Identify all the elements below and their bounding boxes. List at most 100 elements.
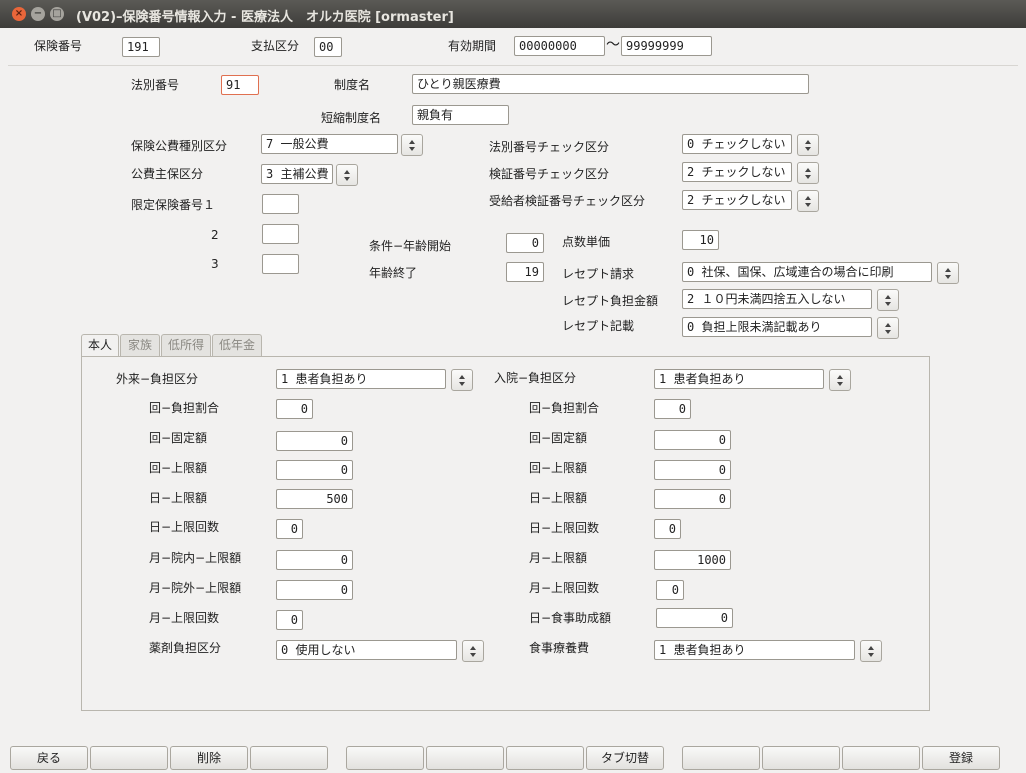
tab-teishotoku[interactable]: 低所得 (161, 334, 211, 356)
gairai-row-label: 回−固定額 (149, 431, 208, 445)
nyuin-row-label: 日−上限額 (529, 491, 588, 505)
f9-button[interactable] (682, 746, 760, 770)
nyuin-row-field[interactable]: 0 (654, 430, 731, 450)
kohi-shubetsu-spin-icon[interactable] (401, 134, 423, 156)
gairai-row-label: 月−院外−上限額 (149, 581, 242, 595)
hoken-bango-field[interactable]: 191 (122, 37, 160, 57)
nyuin-futan-select[interactable]: 1 患者負担あり (654, 369, 824, 389)
yuko-from-field[interactable]: 00000000 (514, 36, 605, 56)
gentei-1-field[interactable] (262, 194, 299, 214)
gairai-row-field[interactable]: 0 (276, 550, 353, 570)
f10-button[interactable] (762, 746, 840, 770)
back-button[interactable]: 戻る (10, 746, 88, 770)
hobetsu-check-select[interactable]: 0 チェックしない (682, 134, 792, 154)
shokuji-select[interactable]: 1 患者負担あり (654, 640, 855, 660)
gairai-row-field[interactable]: 500 (276, 489, 353, 509)
receipt-kisai-select[interactable]: 0 負担上限未満記載あり (682, 317, 872, 337)
gairai-futan-select[interactable]: 1 患者負担あり (276, 369, 446, 389)
receipt-seikyu-spin-icon[interactable] (937, 262, 959, 284)
nyuin-row-field[interactable]: 1000 (654, 550, 731, 570)
hobetsu-field[interactable]: 91 (221, 75, 259, 95)
gairai-row-field[interactable]: 0 (276, 610, 303, 630)
hobetsu-check-spin-icon[interactable] (797, 134, 819, 156)
kensho-check-spin-icon[interactable] (797, 162, 819, 184)
maximize-icon[interactable]: □ (50, 7, 64, 21)
nenrei-end-label: 年齢終了 (369, 266, 418, 280)
receipt-futan-spin-icon[interactable] (877, 289, 899, 311)
shiharai-field[interactable]: 00 (314, 37, 342, 57)
gairai-row-label: 日−上限額 (149, 491, 208, 505)
nyuin-row-field[interactable]: 0 (654, 489, 731, 509)
title-bar: × − □ (V02)–保険番号情報入力 - 医療法人 オルカ医院 [ormas… (0, 0, 1026, 28)
nyuin-row-label: 回−負担割合 (529, 401, 600, 415)
shokuji-spin-icon[interactable] (860, 640, 882, 662)
nyuin-row-field[interactable]: 0 (654, 460, 731, 480)
tab-switch-button[interactable]: タブ切替 (586, 746, 664, 770)
nyuin-row-field[interactable]: 0 (656, 608, 733, 628)
kohi-shuho-spin-icon[interactable] (336, 164, 358, 186)
jukyu-check-label: 受給者検証番号チェック区分 (489, 194, 646, 208)
window-title: (V02)–保険番号情報入力 - 医療法人 オルカ医院 [ormaster] (76, 10, 454, 25)
f7-button[interactable] (506, 746, 584, 770)
nyuin-futan-label: 入院−負担区分 (494, 371, 577, 385)
minimize-icon[interactable]: − (31, 7, 45, 21)
kensho-check-select[interactable]: 2 チェックしない (682, 162, 792, 182)
f11-button[interactable] (842, 746, 920, 770)
gairai-row-label: 日−上限回数 (149, 520, 220, 534)
f4-button[interactable] (250, 746, 328, 770)
receipt-kisai-spin-icon[interactable] (877, 317, 899, 339)
shokuji-label: 食事療養費 (529, 641, 590, 655)
yuko-to-field[interactable]: 99999999 (621, 36, 712, 56)
nyuin-row-label: 回−上限額 (529, 461, 588, 475)
receipt-futan-select[interactable]: 2 １０円未満四捨五入しない (682, 289, 872, 309)
hobetsu-check-label: 法別番号チェック区分 (489, 140, 610, 154)
tensu-field[interactable]: 10 (682, 230, 719, 250)
f5-button[interactable] (346, 746, 424, 770)
gairai-row-label: 回−負担割合 (149, 401, 220, 415)
nyuin-row-field[interactable]: 0 (656, 580, 684, 600)
yakuzai-spin-icon[interactable] (462, 640, 484, 662)
kohi-shubetsu-select[interactable]: 7 一般公費 (261, 134, 398, 154)
tanshuku-field[interactable]: 親負有 (412, 105, 509, 125)
nyuin-row-label: 日−食事助成額 (529, 611, 612, 625)
receipt-seikyu-select[interactable]: 0 社保、国保、広域連合の場合に印刷 (682, 262, 932, 282)
gentei-3-field[interactable] (262, 254, 299, 274)
tanshuku-label: 短縮制度名 (321, 111, 382, 125)
kensho-check-label: 検証番号チェック区分 (489, 167, 610, 181)
yakuzai-select[interactable]: 0 使用しない (276, 640, 457, 660)
seido-field[interactable]: ひとり親医療費 (412, 74, 809, 94)
gentei-2-field[interactable] (262, 224, 299, 244)
kohi-shubetsu-label: 保険公費種別区分 (131, 139, 228, 153)
nyuin-row-label: 月−上限額 (529, 551, 588, 565)
gairai-row-field[interactable]: 0 (276, 431, 353, 451)
receipt-seikyu-label: レセプト請求 (562, 267, 635, 281)
tensu-label: 点数単価 (562, 235, 611, 249)
f6-button[interactable] (426, 746, 504, 770)
delete-button[interactable]: 削除 (170, 746, 248, 770)
joken-field[interactable]: 0 (506, 233, 544, 253)
jukyu-check-select[interactable]: 2 チェックしない (682, 190, 792, 210)
gairai-row-label: 月−院内−上限額 (149, 551, 242, 565)
nyuin-futan-spin-icon[interactable] (829, 369, 851, 391)
jukyu-check-spin-icon[interactable] (797, 190, 819, 212)
gairai-row-field[interactable]: 0 (276, 399, 313, 419)
nyuin-row-field[interactable]: 0 (654, 519, 681, 539)
gairai-row-label: 回−上限額 (149, 461, 208, 475)
f2-button[interactable] (90, 746, 168, 770)
nyuin-row-label: 月−上限回数 (529, 581, 600, 595)
gairai-row-field[interactable]: 0 (276, 460, 353, 480)
nenrei-end-field[interactable]: 19 (506, 262, 544, 282)
register-button[interactable]: 登録 (922, 746, 1000, 770)
yuko-tilde: 〜 (606, 37, 620, 53)
nyuin-row-field[interactable]: 0 (654, 399, 691, 419)
gairai-row-field[interactable]: 0 (276, 519, 303, 539)
close-icon[interactable]: × (12, 7, 26, 21)
kohi-shuho-select[interactable]: 3 主補公費 (261, 164, 333, 184)
gairai-row-field[interactable]: 0 (276, 580, 353, 600)
tab-kazoku[interactable]: 家族 (120, 334, 160, 356)
joken-label: 条件−年齢開始 (369, 239, 452, 253)
tab-honnin[interactable]: 本人 (81, 334, 119, 357)
gairai-futan-spin-icon[interactable] (451, 369, 473, 391)
hoken-bango-label: 保険番号 (34, 39, 83, 53)
tab-teinenkin[interactable]: 低年金 (212, 334, 262, 356)
